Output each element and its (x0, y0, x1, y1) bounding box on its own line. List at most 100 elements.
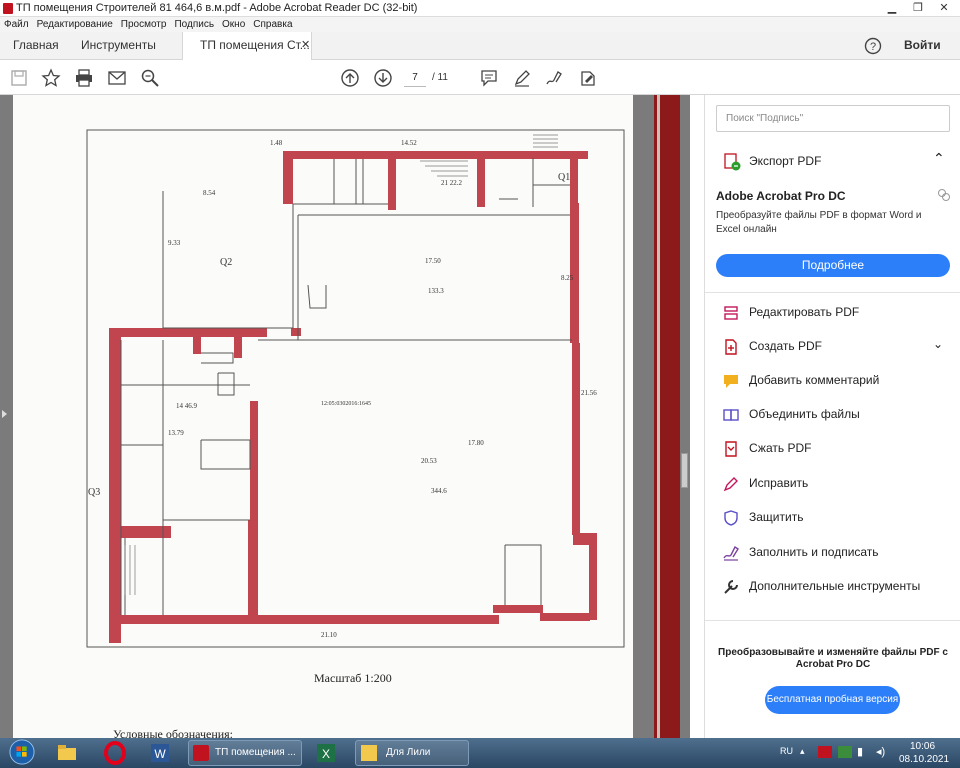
excel-icon[interactable]: X (313, 740, 339, 766)
fill-sign-icon[interactable] (578, 68, 598, 88)
clock-time[interactable]: 10:06 (910, 741, 935, 752)
taskbar-folder-label: Для Лили (386, 747, 431, 758)
taskbar-folder-button[interactable]: Для Лили (355, 740, 469, 766)
floor-plan-drawing: 14.52 1.48 8.54 Q2 Q1 Q3 17.50 133.3 20.… (86, 129, 625, 648)
plan-label-8-25: 8.25 (561, 274, 574, 282)
scale-label: Масштаб 1:200 (314, 671, 392, 685)
plan-label-room2-dim: 20.53 (421, 457, 437, 465)
pro-title: Adobe Acrobat Pro DC (716, 189, 846, 203)
taskbar-acrobat-label: ТП помещения ... (215, 747, 296, 758)
plan-label-code: 12:05:0302016:1645 (321, 401, 371, 407)
menu-window[interactable]: Окно (218, 17, 249, 32)
menu-file[interactable]: Файл (0, 17, 33, 32)
menu-bar: Файл Редактирование Просмотр Подпись Окно Спр… (0, 17, 960, 32)
plan-walls (109, 151, 597, 643)
tool-fix-label: Исправить (749, 476, 809, 490)
comment-tool-icon (724, 375, 738, 388)
create-pdf-icon (725, 339, 737, 355)
tool-fill-sign[interactable]: Заполнить и подписать (705, 541, 960, 565)
highlight-pen-icon[interactable] (512, 68, 532, 88)
plan-label-room2-area: 344.6 (431, 487, 447, 495)
file-manager-icon[interactable] (54, 740, 80, 766)
start-button-icon[interactable] (8, 739, 36, 765)
tool-create-pdf[interactable]: Создать PDF ⌄ (705, 335, 960, 359)
minimize-button[interactable]: ▁ (879, 0, 905, 17)
taskbar-acrobat-button[interactable]: ТП помещения ... (188, 740, 302, 766)
document-viewer[interactable]: 14.52 1.48 8.54 Q2 Q1 Q3 17.50 133.3 20.… (0, 95, 690, 738)
plan-label-q1: Q1 (558, 172, 570, 183)
adjacent-page-edge (654, 95, 680, 738)
sign-in-button[interactable]: Войти (904, 32, 941, 59)
tool-compress-pdf-label: Сжать PDF (749, 441, 812, 455)
toolbar: 7 / 11 (0, 60, 960, 95)
plan-label-8-54: 8.54 (203, 189, 216, 197)
tool-combine-files[interactable]: Объединить файлы (705, 403, 960, 427)
close-window-button[interactable]: ✕ (931, 0, 957, 17)
menu-view[interactable]: Просмотр (117, 17, 171, 32)
folder-icon (361, 745, 377, 761)
menu-edit[interactable]: Редактирование (33, 17, 117, 32)
page-total: / 11 (432, 72, 448, 83)
tool-more-tools[interactable]: Дополнительные инструменты (705, 575, 960, 599)
bookmark-star-icon[interactable] (41, 68, 61, 88)
tool-edit-pdf[interactable]: Редактировать PDF (705, 301, 960, 325)
left-panel-toggle-icon[interactable] (2, 410, 7, 418)
next-page-icon[interactable] (373, 68, 393, 88)
free-trial-button[interactable]: Бесплатная пробная версия (765, 686, 900, 714)
tray-app-icon[interactable] (838, 746, 852, 758)
export-pdf-section[interactable]: Экспорт PDF ⌃ (705, 150, 960, 174)
opera-icon[interactable] (102, 740, 128, 766)
tool-more-tools-label: Дополнительные инструменты (749, 579, 921, 593)
volume-icon[interactable]: ◂) (876, 745, 885, 758)
plan-label-room14: 14 46.9 (176, 402, 198, 410)
tool-fix[interactable]: Исправить (705, 472, 960, 496)
plan-lines (120, 158, 572, 615)
tool-fill-sign-label: Заполнить и подписать (749, 545, 879, 559)
previous-page-icon[interactable] (340, 68, 360, 88)
tray-expand-icon[interactable]: ▴ (800, 746, 805, 757)
promo-text: Преобразовывайте и изменяйте файлы PDF с… (718, 647, 948, 670)
chevron-up-icon[interactable]: ⌃ (933, 150, 945, 167)
plan-label-17-80: 17.80 (468, 439, 484, 447)
page-number-input[interactable]: 7 (404, 69, 426, 87)
tab-tools[interactable]: Инструменты (81, 32, 156, 60)
tab-bar: Главная Инструменты ТП помещения Ст... ✕… (0, 32, 960, 61)
export-pdf-label: Экспорт PDF (749, 154, 822, 168)
zoom-search-icon[interactable] (140, 68, 160, 88)
close-tab-icon[interactable]: ✕ (301, 32, 310, 59)
menu-help[interactable]: Справка (249, 17, 296, 32)
sign-icon[interactable] (545, 68, 565, 88)
menu-sign[interactable]: Подпись (170, 17, 218, 32)
comment-icon[interactable] (479, 68, 499, 88)
save-icon[interactable] (9, 68, 29, 88)
tool-protect[interactable]: Защитить (705, 506, 960, 530)
print-icon[interactable] (74, 68, 94, 88)
tools-search-input[interactable]: Поиск "Подпись" (716, 105, 950, 132)
tab-document-label: ТП помещения Ст... (200, 38, 310, 52)
maximize-button[interactable]: ❐ (905, 0, 931, 17)
fill-sign-tool-icon (723, 545, 739, 561)
tool-compress-pdf[interactable]: Сжать PDF (705, 437, 960, 461)
plan-label-13-79: 13.79 (168, 429, 184, 437)
help-icon[interactable]: ? (864, 37, 882, 55)
plan-label-room21: 21 22.2 (441, 179, 463, 187)
tool-add-comment[interactable]: Добавить комментарий (705, 369, 960, 393)
clock-date[interactable]: 08.10.2021 (899, 754, 949, 765)
svg-text:W: W (154, 747, 166, 761)
word-icon[interactable]: W (147, 740, 173, 766)
scrollbar-handle[interactable] (681, 453, 688, 488)
tab-home[interactable]: Главная (13, 32, 59, 60)
network-icon[interactable]: ▮ (857, 745, 863, 758)
tab-document[interactable]: ТП помещения Ст... ✕ (182, 32, 312, 61)
acrobat-app-icon (3, 3, 13, 14)
tool-add-comment-label: Добавить комментарий (749, 373, 880, 387)
more-info-button[interactable]: Подробнее (716, 254, 950, 277)
fix-pen-icon (723, 477, 738, 492)
svg-text:X: X (322, 747, 330, 761)
cloud-link-icon (938, 189, 950, 201)
tray-alert-icon[interactable] (818, 746, 832, 758)
language-indicator[interactable]: RU (780, 746, 793, 756)
chevron-down-icon[interactable]: ⌄ (933, 337, 943, 351)
email-icon[interactable] (107, 68, 127, 88)
shield-icon (724, 510, 738, 526)
